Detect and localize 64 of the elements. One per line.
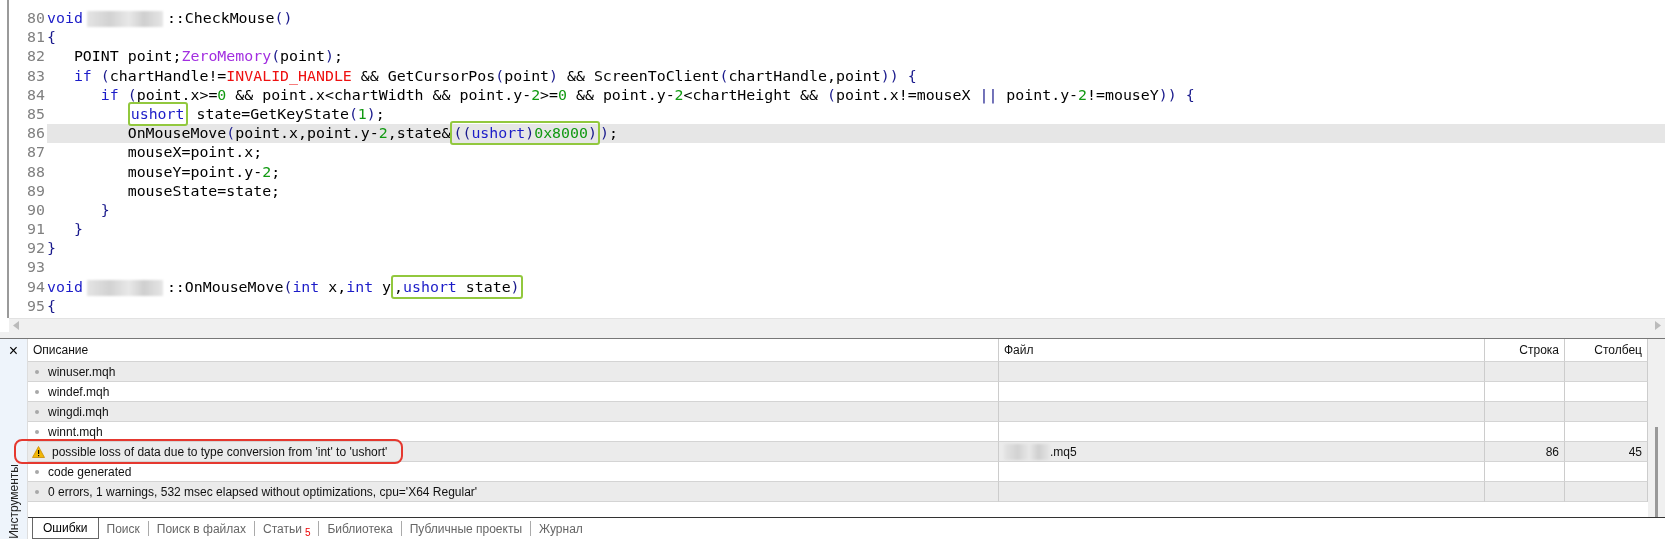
line-number: 80 <box>26 9 46 29</box>
line-number: 82 <box>26 47 46 67</box>
bullet-icon <box>35 389 39 394</box>
column-header[interactable]: Строка <box>1485 339 1565 362</box>
panel-tab[interactable]: Журнал <box>530 521 591 536</box>
highlight-box: ((ushort)0x8000) <box>450 121 600 146</box>
message-text: code generated <box>48 464 132 479</box>
line-number: 91 <box>26 220 46 240</box>
panel-tab[interactable]: Публичные проекты <box>400 521 531 536</box>
panel-title: Инструменты <box>6 464 21 539</box>
line-number: 84 <box>26 85 46 105</box>
bullet-icon <box>35 469 39 474</box>
message-text: 0 errors, 1 warnings, 532 msec elapsed without optimizations, cpu='X64 Regular' <box>48 484 478 499</box>
code-line: POINT point;ZeroMemory(point); <box>72 47 344 67</box>
line-number: 94 <box>26 277 46 297</box>
panel-tab[interactable]: Библиотека <box>318 521 401 536</box>
code-line: } <box>99 200 111 221</box>
column-header[interactable]: Описание <box>28 339 999 362</box>
splitter-bar[interactable] <box>0 332 1665 339</box>
code-line: { <box>47 28 57 48</box>
file-name: .mq5 <box>1050 444 1077 459</box>
panel-tab[interactable]: Ошибки <box>32 518 99 539</box>
message-text: possible loss of data due to type conversion from 'int' to 'ushort' <box>52 444 388 459</box>
bullet-icon <box>35 489 39 494</box>
message-text: winuser.mqh <box>48 364 116 379</box>
panel-tab[interactable]: Поиск в файлах <box>147 521 254 536</box>
column-header[interactable]: Столбец <box>1565 339 1648 362</box>
code-line: mouseX=point.x; <box>126 143 264 163</box>
scrollbar-thumb[interactable] <box>1655 427 1658 517</box>
line-number: 87 <box>26 143 46 163</box>
line-number: 83 <box>26 66 46 86</box>
code-line: OnMouseMove(point.x,point.y-2,state& ((ushort)0x8000) ); <box>47 124 1665 144</box>
column-header[interactable]: Файл <box>999 339 1485 362</box>
code-line: mouseY=point.y-2; <box>126 162 282 182</box>
line-number: 81 <box>26 28 46 48</box>
bullet-icon <box>35 369 39 374</box>
code-line: } <box>47 239 57 259</box>
line-number: 90 <box>26 200 46 221</box>
line-number: 92 <box>26 239 46 259</box>
code-line: void ::OnMouseMove(int x,int y ,ushort state) <box>47 277 1665 297</box>
message-text: winnt.mqh <box>48 424 103 439</box>
line-number: 86 <box>26 124 46 144</box>
line-number: 95 <box>26 296 46 316</box>
code-line: if (chartHandle!=INVALID_HANDLE && GetCursorPos(point) && ScreenToClient(chartHandle,point)) { <box>72 66 918 86</box>
table-cell: 86 <box>1485 442 1565 462</box>
warning-icon <box>32 445 45 458</box>
message-text: wingdi.mqh <box>48 404 109 419</box>
code-line: } <box>72 220 84 240</box>
bullet-icon <box>35 429 39 434</box>
scroll-left-icon[interactable] <box>13 321 19 330</box>
code-line: mouseState=state; <box>126 181 282 201</box>
message-text: windef.mqh <box>48 384 110 399</box>
line-number: 85 <box>26 104 46 125</box>
scroll-right-icon[interactable] <box>1655 321 1661 330</box>
line-number: 93 <box>26 258 46 278</box>
line-number: 88 <box>26 162 46 182</box>
code-line: { <box>47 296 57 316</box>
bullet-icon <box>35 409 39 414</box>
line-number: 89 <box>26 181 46 201</box>
close-button[interactable]: × <box>8 342 19 360</box>
code-line: void ::CheckMouse() <box>47 9 294 29</box>
panel-tab[interactable]: Поиск <box>98 521 148 536</box>
highlight-box: ,ushort state) <box>391 274 523 299</box>
panel-tab[interactable]: Статьи $_{5}$ <box>254 521 319 536</box>
